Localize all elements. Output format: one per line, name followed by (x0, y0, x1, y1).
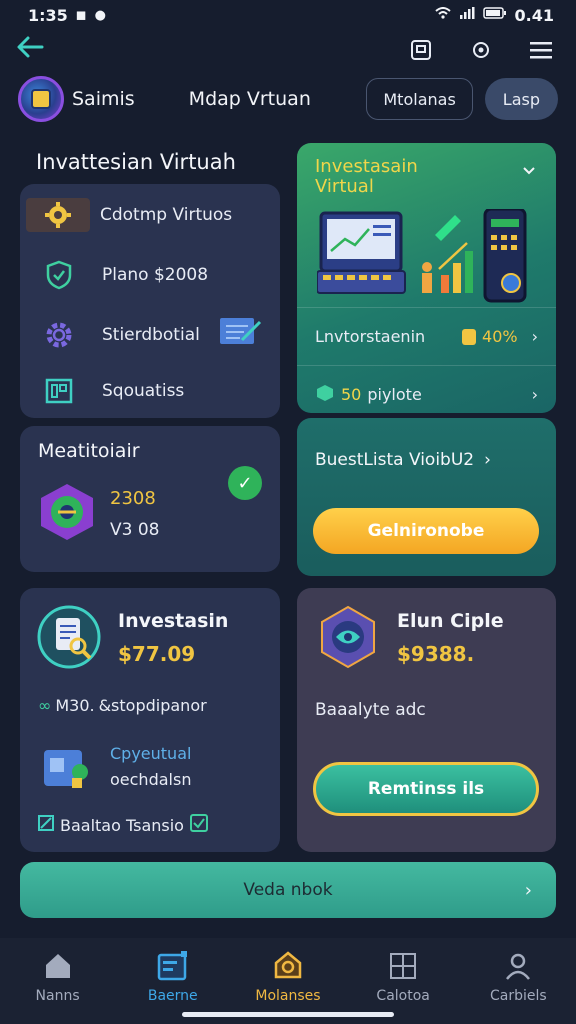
chevron-right-icon: › (531, 385, 538, 404)
status-bar: 1:35 ◼ ● 0.41 (0, 0, 576, 30)
menu-item-label: Plano $2008 (102, 265, 209, 285)
outline-pill-button[interactable]: Mtolanas (366, 78, 473, 120)
calculator-icon (42, 374, 76, 408)
document-icon (387, 950, 419, 982)
check-circle-icon: ✓ (228, 466, 262, 500)
cipher-text: Baaalyte adc (315, 700, 426, 720)
green-title-line2: Virtual (315, 176, 374, 197)
progress-label: Lnvtorstaenin (315, 327, 426, 346)
section-title: Invattesian Virtuah (36, 150, 236, 174)
tab-label: Carbiels (490, 988, 547, 1004)
menu-item-label: Stierdbotial (102, 324, 200, 345)
primary-action-button[interactable]: Gelnironobe (313, 508, 539, 554)
fill-pill-button[interactable]: Lasp (484, 78, 558, 120)
scan-icon[interactable] (408, 37, 434, 63)
sub-line-2: oechdalsn (110, 770, 192, 789)
pilot-label: piylote (367, 385, 422, 404)
cog-icon (42, 318, 76, 352)
secondary-action-button[interactable]: Remtinss ils (313, 762, 539, 816)
wifi-icon (434, 7, 451, 23)
view-more-label: Veda nbok (243, 880, 333, 900)
chevron-right-icon: › (524, 879, 532, 901)
investment-feature-card[interactable]: Investasain Virtual Lnvtorstaenin 40% › … (297, 143, 556, 413)
settings-icon[interactable] (468, 37, 494, 63)
tab-profile[interactable]: Carbiels (468, 950, 568, 1024)
cube-icon (315, 383, 335, 407)
user-icon (502, 950, 534, 982)
top-navigation (0, 30, 576, 70)
footer-row[interactable]: Baaltao Tsansio (38, 814, 208, 836)
investment-detail-card[interactable]: Investasin $77.09 ∞ M30. &stopdipanor Cp… (20, 588, 280, 852)
cipher-title: Elun Ciple (397, 610, 504, 632)
row-label: M30. (55, 696, 95, 715)
notification-icon: ◼ (75, 7, 87, 23)
app-notification-icon: ● (94, 7, 106, 23)
sub-line-1: Cpyeutual (110, 744, 192, 763)
investment-amount: $77.09 (118, 642, 196, 666)
view-more-button[interactable]: Veda nbok › (20, 862, 556, 918)
menu-item-label: Sqouatiss (102, 381, 185, 401)
globe-badge-icon (315, 604, 381, 674)
tab-label: Molanses (255, 988, 321, 1004)
mail-icon (218, 314, 262, 355)
status-time: 1:35 (28, 5, 68, 25)
investment-row: ∞ M30. &stopdipanor (38, 696, 207, 715)
chevron-down-icon[interactable] (522, 161, 536, 180)
pilot-row[interactable]: 50 piylote › (297, 365, 556, 413)
bestlist-title-row[interactable]: BuestLista VioibU2 › (315, 450, 491, 470)
status-card-title: Meatitoiair (38, 440, 140, 462)
status-value-2: V3 08 (110, 520, 160, 540)
battery-level: 0.41 (514, 5, 554, 25)
chevron-right-icon: › (531, 327, 538, 346)
folder-icon (40, 742, 94, 798)
app-logo (18, 76, 64, 122)
tab-label: Nanns (35, 988, 80, 1004)
row-text: &stopdipanor (98, 696, 207, 715)
document-search-icon (36, 604, 102, 674)
cipher-card: Elun Ciple $9388. Baaalyte adc Remtinss … (297, 588, 556, 852)
home-icon (42, 950, 74, 982)
chevron-right-icon: › (484, 450, 491, 470)
gear-icon (26, 198, 90, 232)
progress-value: 40% (482, 327, 518, 346)
cipher-amount: $9388. (397, 642, 475, 666)
menu-item-3[interactable]: Stierdbotial (42, 314, 262, 355)
brand-name: Saimis (72, 88, 135, 110)
menu-item-label: Cdotmp Virtuos (100, 205, 233, 225)
bell-icon (272, 950, 304, 982)
investment-title: Investasin (118, 610, 229, 632)
progress-value-wrap: 40% (462, 327, 518, 346)
green-title-line1: Investasain (315, 156, 418, 177)
header-row: Saimis Mdap Vrtuan Mtolanas Lasp (18, 74, 558, 124)
bestlist-title: BuestLista VioibU2 (315, 450, 475, 470)
menu-item-2[interactable]: Plano $2008 (42, 258, 208, 292)
shield-check-icon (42, 258, 76, 292)
hexagon-gear-icon (36, 482, 98, 546)
footer-text: Baaltao Tsansio (60, 815, 184, 835)
signal-icon (459, 7, 475, 23)
wallet-icon (157, 950, 189, 982)
back-arrow-icon[interactable] (16, 35, 44, 65)
menu-item-1[interactable]: Cdotmp Virtuos (26, 198, 233, 232)
header-title: Mdap Vrtuan (188, 88, 311, 110)
tab-label: Baerne (147, 988, 198, 1004)
status-value-1: 2308 (110, 488, 156, 509)
battery-icon (482, 7, 507, 23)
tab-label: Calotoa (376, 988, 430, 1004)
menu-item-4[interactable]: Sqouatiss (42, 374, 184, 408)
progress-row[interactable]: Lnvtorstaenin 40% › (297, 307, 556, 365)
home-indicator[interactable] (182, 1012, 394, 1017)
menu-icon[interactable] (528, 37, 554, 63)
menu-card: Cdotmp Virtuos Plano $2008 Stierdbotial … (20, 184, 280, 418)
tab-home[interactable]: Nanns (8, 950, 108, 1024)
checkmark-box-icon (189, 814, 208, 836)
link-icon: ∞ (38, 696, 52, 715)
bestlist-card: BuestLista VioibU2 › Gelnironobe (297, 418, 556, 576)
pilot-value: 50 (341, 385, 362, 404)
checkbox-icon (38, 815, 54, 835)
coin-icon (462, 328, 477, 345)
green-card-title: Investasain Virtual (315, 157, 418, 197)
trading-illustration (316, 207, 537, 309)
